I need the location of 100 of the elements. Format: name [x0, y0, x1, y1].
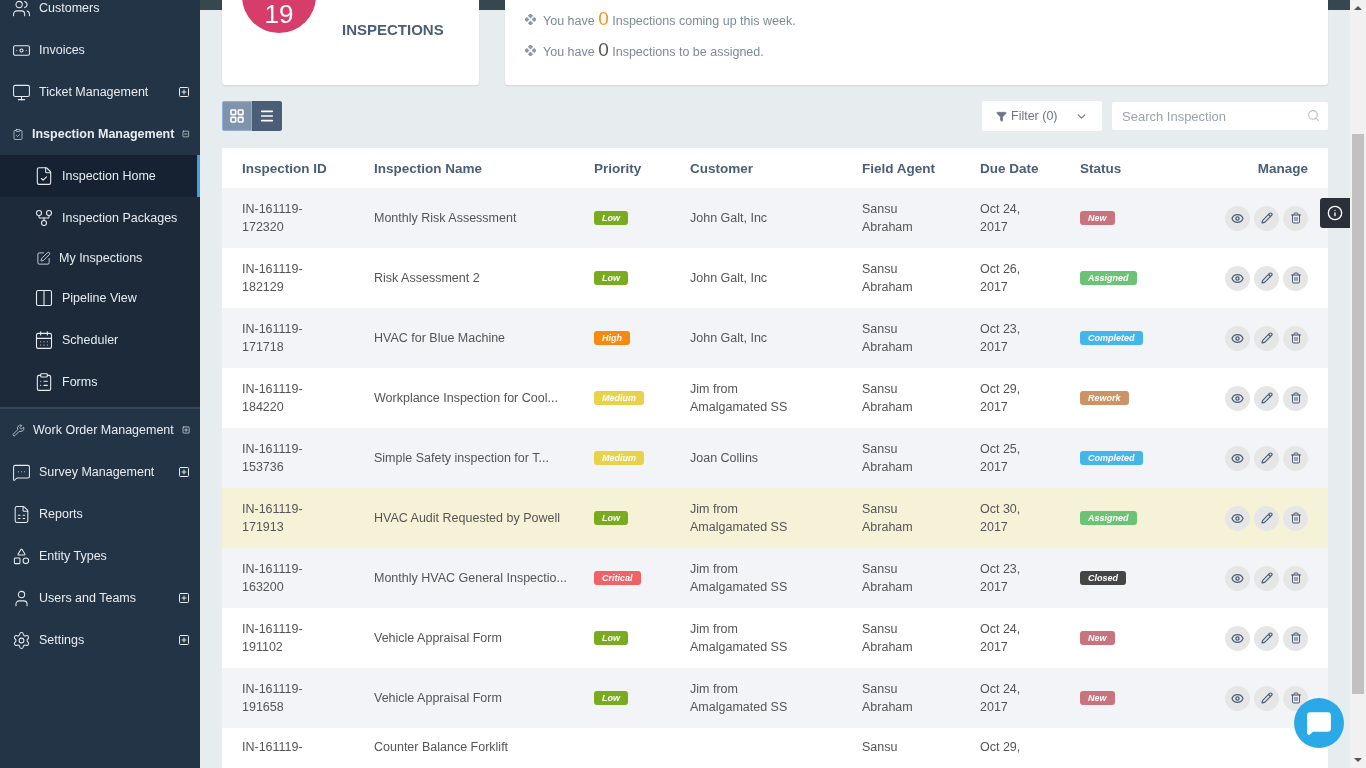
view-button[interactable] [1225, 625, 1250, 651]
sidebar-item[interactable]: Work Order Management [0, 409, 200, 451]
info-icon [1327, 205, 1343, 221]
sidebar-item[interactable]: Ticket Management [0, 71, 200, 113]
table-cell-text: IN-161119-191102 [241, 621, 304, 656]
delete-button[interactable] [1283, 625, 1308, 651]
info-button[interactable] [1320, 198, 1350, 228]
sidebar-item[interactable]: Users and Teams [0, 577, 200, 619]
trash-icon [1289, 452, 1302, 464]
clipboard-icon [34, 372, 54, 392]
chat-icon [12, 462, 31, 482]
list-view-icon [259, 108, 275, 124]
sidebar-item[interactable]: Inspection Management [0, 113, 200, 155]
trash-icon [1289, 272, 1302, 284]
view-button[interactable] [1225, 505, 1250, 531]
table-cell-text: Oct 24, 2017 [980, 621, 1022, 656]
pencil-icon [1260, 392, 1273, 404]
table-cell-text: Oct 23, 2017 [980, 321, 1022, 356]
collapse-icon[interactable] [182, 128, 190, 140]
edit-button[interactable] [1254, 445, 1279, 471]
user-icon [12, 588, 31, 608]
delete-button[interactable] [1283, 385, 1308, 411]
eye-icon [1231, 451, 1244, 465]
view-button[interactable] [1225, 565, 1250, 591]
view-button[interactable] [1225, 685, 1250, 711]
status-badge: New [1080, 631, 1115, 645]
table-cell-text: Jim from Amalgamated SS [690, 561, 789, 596]
table-row[interactable]: IN-161119-171718 HVAC for Blue Machine High John Galt, Inc Sansu Abraham Oct 23, 2017 Completed [222, 308, 1328, 368]
eye-icon [1231, 271, 1244, 285]
status-badge: Completed [1080, 451, 1143, 465]
table-cell-text: Jim from Amalgamated SS [690, 381, 789, 416]
status-badge: Completed [1080, 331, 1143, 345]
edit-button[interactable] [1254, 565, 1279, 591]
column-header[interactable]: Due Date [980, 160, 1080, 176]
sidebar-item[interactable]: Invoices [0, 29, 200, 71]
filter-button[interactable]: Filter (0) [982, 101, 1102, 131]
sidebar-item[interactable]: Reports [0, 493, 200, 535]
table-cell-text: Oct 24, 2017 [980, 201, 1022, 236]
delete-button[interactable] [1283, 445, 1308, 471]
edit-button[interactable] [1254, 625, 1279, 651]
table-cell-text: IN-161119-171913 [241, 501, 304, 536]
table-cell-text: Sansu Abraham [862, 261, 914, 296]
sidebar-item[interactable]: Entity Types [0, 535, 200, 577]
delete-button[interactable] [1283, 265, 1308, 291]
table-cell-text: Jim from Amalgamated SS [690, 621, 789, 656]
expand-icon[interactable] [178, 466, 190, 478]
priority-badge: Medium [594, 451, 644, 465]
edit-button[interactable] [1254, 325, 1279, 351]
view-toggle[interactable] [222, 101, 252, 131]
view-button[interactable] [1225, 445, 1250, 471]
edit-button[interactable] [1254, 205, 1279, 231]
diamond-icon [525, 13, 536, 25]
table-cell-text: Workplance Inspection for Cool... [374, 390, 559, 407]
trash-icon [1289, 692, 1302, 704]
pencil-icon [1260, 272, 1273, 284]
sidebar-subitem[interactable]: Inspection Home [0, 155, 200, 197]
table-cell-text: Sansu Abraham [862, 381, 914, 416]
delete-button[interactable] [1283, 505, 1308, 531]
view-toggle[interactable] [252, 101, 282, 131]
expand-icon[interactable] [178, 634, 190, 646]
table-cell-text: John Galt, Inc [690, 270, 769, 287]
expand-icon[interactable] [178, 592, 190, 604]
column-header[interactable]: Customer [690, 160, 862, 176]
column-header[interactable]: Status [1080, 160, 1198, 176]
sidebar-item[interactable]: Customers [0, 0, 200, 29]
table-row[interactable]: IN-161119-171913 HVAC Audit Requested by Powell Low Jim from Amalgamated SS Sansu Abraham Oct 30, 2017 Assigned [222, 488, 1328, 548]
table-row[interactable]: IN-161119-191658 Vehicle Appraisal Form Low Jim from Amalgamated SS Sansu Abraham Oct 24, 2017 New [222, 668, 1328, 728]
edit-button[interactable] [1254, 385, 1279, 411]
trash-icon [1289, 572, 1302, 584]
table-row[interactable]: IN-161119-153736 Simple Safety inspection for T... Medium Joan Collins Sansu Abraham Oct 25, 2017 Completed [222, 428, 1328, 488]
view-button[interactable] [1225, 205, 1250, 231]
view-button[interactable] [1225, 385, 1250, 411]
delete-button[interactable] [1283, 325, 1308, 351]
view-button[interactable] [1225, 325, 1250, 351]
edit-button[interactable] [1254, 505, 1279, 531]
column-header[interactable]: Inspection Name [374, 160, 594, 176]
column-header[interactable]: Manage [1198, 160, 1328, 176]
column-header[interactable]: Priority [594, 160, 690, 176]
sidebar-item[interactable]: Settings [0, 619, 200, 661]
expand-icon[interactable] [178, 86, 190, 98]
delete-button[interactable] [1283, 565, 1308, 591]
table-row[interactable]: IN-161119-172320 Monthly Risk Assessment Low John Galt, Inc Sansu Abraham Oct 24, 2017 New [222, 188, 1328, 248]
expand-icon[interactable] [181, 424, 190, 436]
column-header[interactable]: Inspection ID [222, 160, 374, 176]
edit-button[interactable] [1254, 265, 1279, 291]
priority-badge: Low [594, 631, 628, 645]
delete-button[interactable] [1283, 205, 1308, 231]
eye-icon [1231, 631, 1244, 645]
edit-button[interactable] [1254, 685, 1279, 711]
view-button[interactable] [1225, 265, 1250, 291]
table-cell-text: Oct 30, 2017 [980, 501, 1022, 536]
sidebar-item[interactable]: Survey Management [0, 451, 200, 493]
status-badge: Rework [1080, 391, 1129, 405]
table-cell-text: Simple Safety inspection for T... [374, 450, 550, 467]
search-field[interactable]: Search Inspection [1112, 102, 1328, 130]
column-header[interactable]: Field Agent [862, 160, 980, 176]
table-row[interactable]: IN-161119-163200 Monthly HVAC General Inspectio... Critical Jim from Amalgamated SS Sansu Abraham Oct 23, 2017 Closed [222, 548, 1328, 608]
status-badge: Assigned [1080, 271, 1137, 285]
trash-icon [1289, 392, 1302, 404]
delete-button[interactable] [1283, 685, 1308, 711]
